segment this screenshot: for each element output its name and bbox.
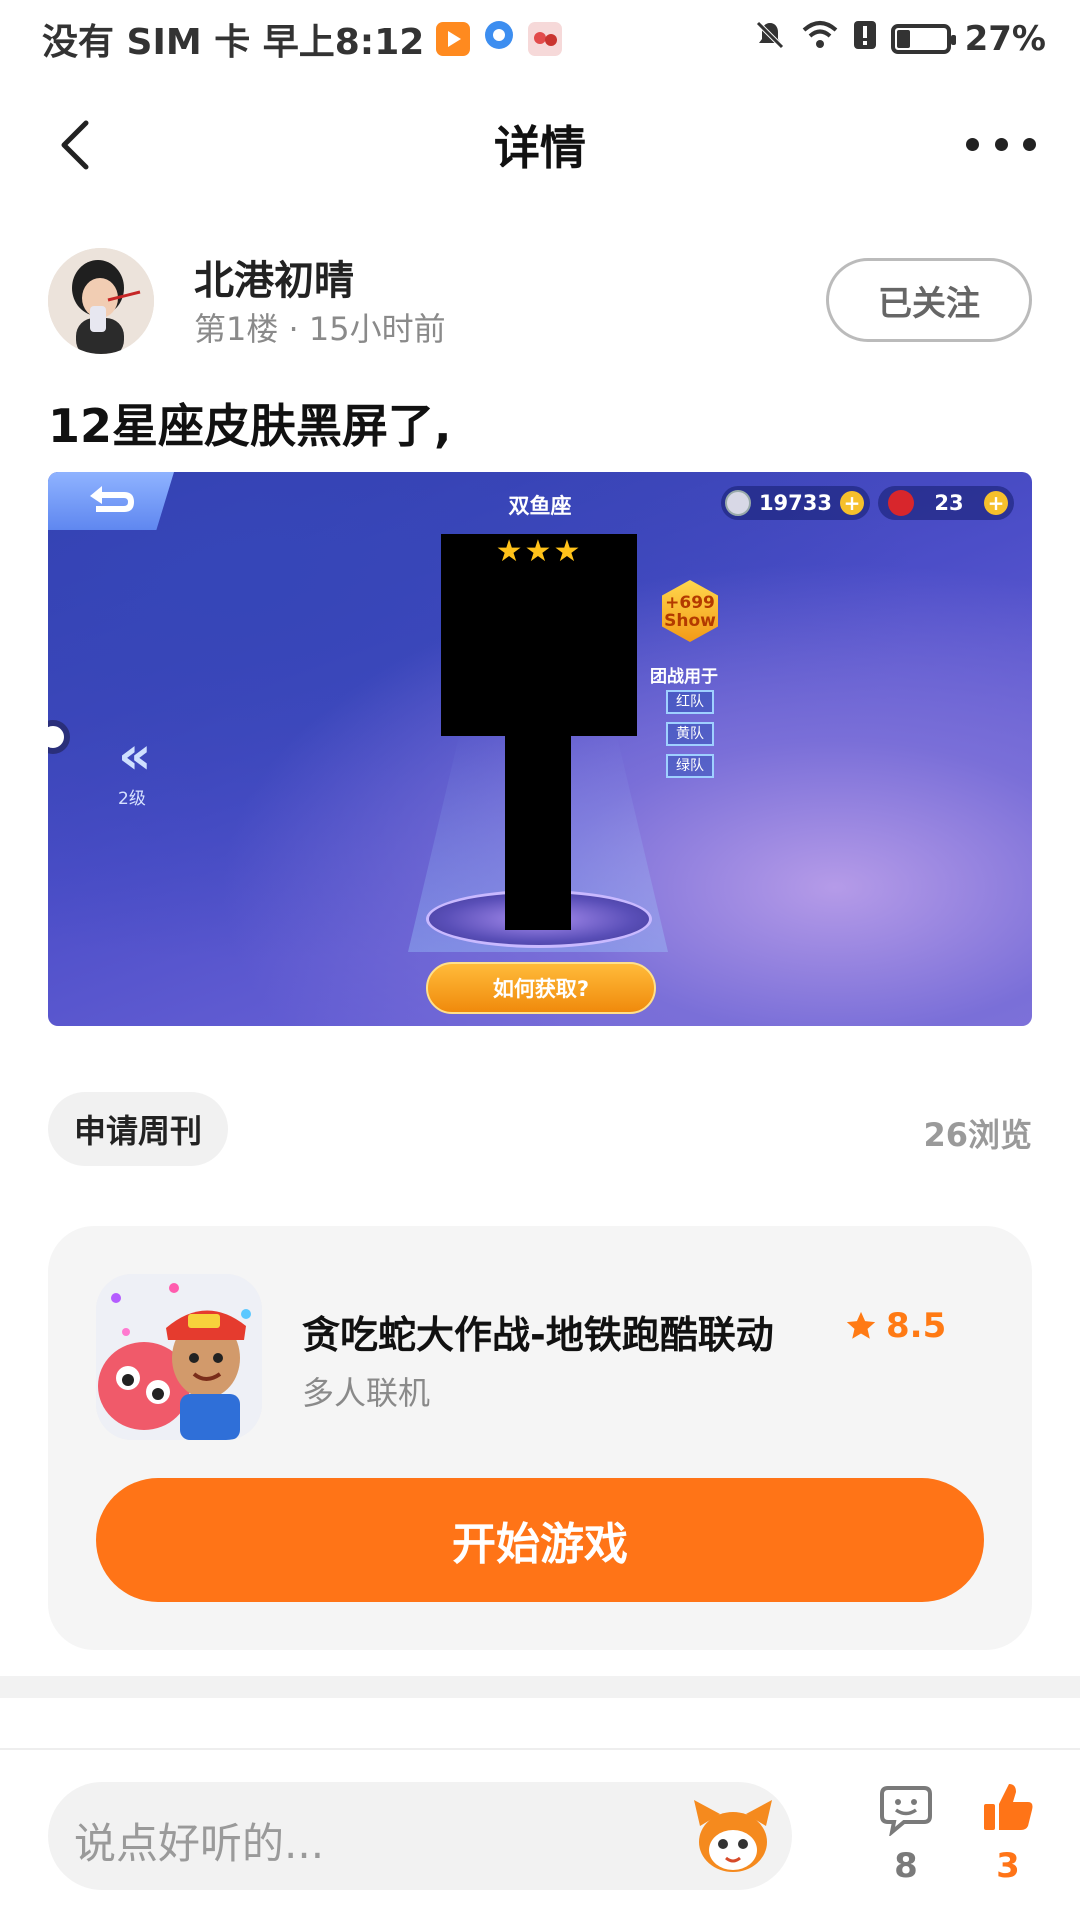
- top-nav: 详情: [0, 90, 1080, 200]
- chevron-left-icon: [61, 120, 89, 170]
- video-app-icon: [436, 22, 471, 56]
- status-left: 没有 SIM 卡 早上8:12: [42, 13, 563, 65]
- show-badge-value: +699: [665, 593, 715, 613]
- author-name[interactable]: 北港初晴: [194, 248, 354, 306]
- comment-icon: [880, 1786, 932, 1838]
- coin-count: 19733: [758, 491, 832, 515]
- post-image[interactable]: 双鱼座 19733 + 23 + ★★★ +699 Show 团战用于 红队 黄…: [48, 472, 1032, 1026]
- bottom-bar-border: [0, 1748, 1080, 1750]
- more-button[interactable]: [966, 124, 1036, 164]
- apple-count: 23: [934, 491, 964, 515]
- rating-value: 8.5: [886, 1306, 947, 1346]
- comment-placeholder: 说点好听的...: [74, 1819, 325, 1868]
- apply-weekly-tag[interactable]: 申请周刊: [48, 1092, 229, 1166]
- page-title: 详情: [494, 121, 586, 175]
- author-row: 北港初晴 第1楼 · 15小时前 已关注: [48, 246, 1032, 356]
- apple-icon: [888, 490, 914, 516]
- post-title: 12星座皮肤黑屏了,: [48, 399, 452, 453]
- more-dot: [994, 137, 1008, 151]
- follow-button[interactable]: 已关注: [826, 258, 1032, 342]
- wifi-icon: [801, 18, 839, 61]
- battery-percent: 27%: [964, 19, 1046, 59]
- add-apple-icon: +: [983, 491, 1008, 515]
- mascot-icon[interactable]: [690, 1796, 776, 1876]
- status-right: 27%: [753, 18, 1046, 61]
- comment-count: 8: [894, 1846, 918, 1886]
- view-count: 26浏览: [923, 1116, 1032, 1154]
- game-rating: 8.5: [844, 1306, 946, 1346]
- currency-bar: 19733 + 23 +: [720, 486, 1014, 520]
- battery-icon: [890, 24, 956, 54]
- level-label: 2级: [118, 789, 146, 809]
- coin-counter: 19733 +: [720, 486, 870, 520]
- show-badge: +699 Show: [662, 580, 718, 642]
- comment-input[interactable]: 说点好听的...: [48, 1782, 792, 1890]
- coin-icon: [724, 490, 751, 516]
- game-app-icon: [528, 22, 563, 56]
- show-badge-label: Show: [664, 611, 716, 631]
- team-tag-yellow: 黄队: [666, 722, 714, 746]
- alert-icon: [853, 18, 877, 61]
- star-icon: [846, 1311, 876, 1339]
- more-dot: [1023, 137, 1036, 151]
- game-genre: 多人联机: [302, 1374, 431, 1412]
- side-handle-icon: [48, 720, 70, 754]
- star-rating: ★★★: [495, 534, 583, 569]
- status-bar: 没有 SIM 卡 早上8:12 27%: [0, 0, 1080, 78]
- like-action[interactable]: 3: [968, 1780, 1048, 1886]
- how-to-get-button: 如何获取?: [426, 962, 656, 1014]
- add-coin-icon: +: [840, 491, 864, 515]
- start-game-button[interactable]: 开始游戏: [96, 1478, 984, 1602]
- browser-app-icon: [482, 18, 516, 61]
- back-button[interactable]: [44, 112, 104, 178]
- thumbs-up-icon: [984, 1784, 1033, 1830]
- apple-counter: 23 +: [878, 486, 1014, 520]
- mute-icon: [753, 18, 787, 61]
- double-chevron-left-icon: «: [118, 726, 152, 786]
- battery-level: [896, 30, 910, 48]
- team-tag-red: 红队: [666, 690, 714, 714]
- section-divider: [0, 1676, 1080, 1698]
- post-meta: 第1楼 · 15小时前: [194, 310, 446, 348]
- black-skin-block: [505, 734, 571, 930]
- game-name: 贪吃蛇大作战-地铁跑酷联动: [302, 1313, 774, 1357]
- like-count: 3: [996, 1846, 1020, 1886]
- more-horizontal-icon: [966, 137, 979, 151]
- comment-action[interactable]: 8: [866, 1780, 946, 1886]
- game-icon[interactable]: [96, 1274, 262, 1440]
- game-card[interactable]: 贪吃蛇大作战-地铁跑酷联动 8.5 多人联机 开始游戏: [48, 1226, 1032, 1650]
- team-tag-green: 绿队: [666, 754, 714, 778]
- avatar[interactable]: [48, 248, 154, 354]
- team-title: 团战用于: [650, 667, 718, 687]
- status-text: 没有 SIM 卡 早上8:12: [42, 22, 425, 63]
